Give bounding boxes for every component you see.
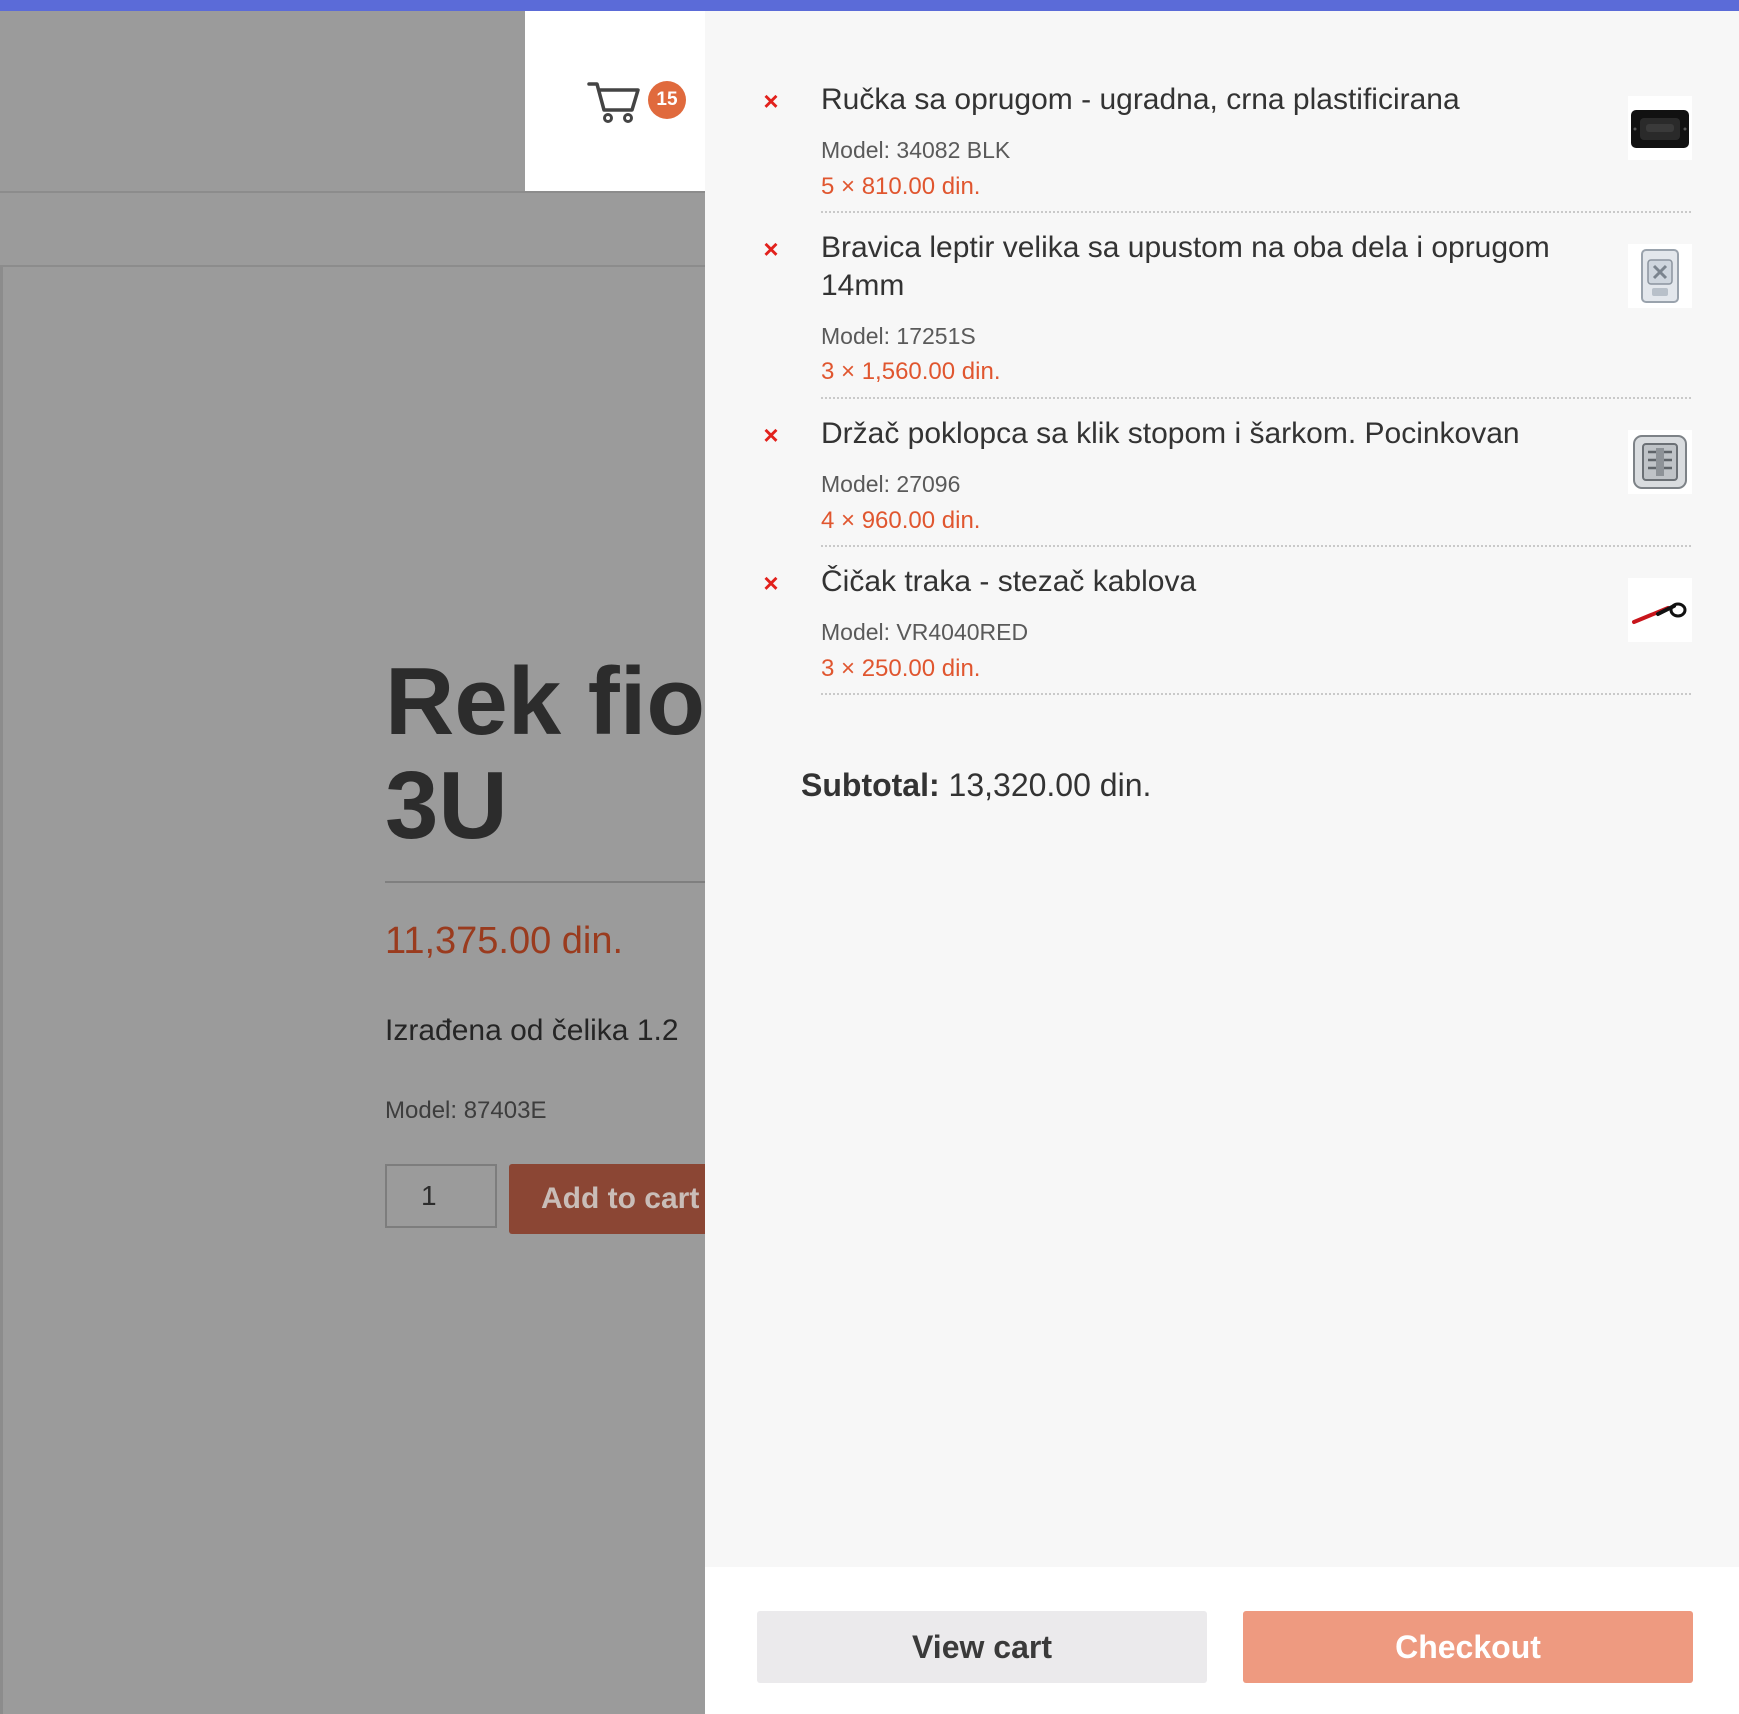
- cart-item-name[interactable]: Držač poklopca sa klik stopom i šarkom. …: [821, 415, 1611, 453]
- quantity-input[interactable]: [385, 1164, 497, 1228]
- subtotal-label: Subtotal:: [801, 767, 940, 803]
- shopping-cart-icon: [587, 82, 640, 123]
- subtotal-value: 13,320.00 din.: [948, 767, 1152, 803]
- remove-item-icon[interactable]: ×: [759, 422, 783, 448]
- top-accent-bar: [0, 0, 1739, 11]
- title-divider: [385, 881, 715, 883]
- cart-item-model: Model: 34082 BLK: [821, 137, 1011, 163]
- view-cart-button[interactable]: View cart: [757, 1611, 1207, 1683]
- black-recessed-handle-icon[interactable]: [1628, 96, 1692, 160]
- mini-cart-subtotal: Subtotal: 13,320.00 din.: [801, 767, 1151, 804]
- cart-item-price: 3 × 250.00 din.: [821, 655, 981, 682]
- product-description: Izrađena od čelika 1.2: [385, 1014, 679, 1047]
- content-border: [0, 267, 3, 1714]
- header-cart-button[interactable]: 15: [525, 11, 705, 191]
- butterfly-latch-icon[interactable]: [1628, 244, 1692, 308]
- cart-item-name[interactable]: Čičak traka - stezač kablova: [821, 563, 1611, 601]
- product-model: Model: 87403E: [385, 1097, 547, 1124]
- item-divider: [821, 211, 1691, 213]
- cart-count-badge: 15: [648, 81, 686, 119]
- velcro-cable-tie-icon[interactable]: [1628, 578, 1692, 642]
- lid-stay-hinge-icon[interactable]: [1628, 430, 1692, 494]
- product-price: 11,375.00 din.: [385, 920, 624, 962]
- checkout-button[interactable]: Checkout: [1243, 1611, 1693, 1683]
- site-header: 15: [0, 11, 705, 193]
- item-divider: [821, 693, 1691, 695]
- cart-item-price: 5 × 810.00 din.: [821, 173, 981, 200]
- mini-cart-drawer: × Ručka sa oprugom - ugradna, crna plast…: [705, 11, 1739, 1714]
- remove-item-icon[interactable]: ×: [759, 88, 783, 114]
- mini-cart-buttons: View cart Checkout: [705, 1567, 1739, 1714]
- cart-item-name[interactable]: Ručka sa oprugom - ugradna, crna plastif…: [821, 81, 1611, 119]
- sub-navigation-bar: [0, 193, 705, 267]
- item-divider: [821, 397, 1691, 399]
- remove-item-icon[interactable]: ×: [759, 570, 783, 596]
- item-divider: [821, 545, 1691, 547]
- cart-item-price: 3 × 1,560.00 din.: [821, 358, 1001, 385]
- remove-item-icon[interactable]: ×: [759, 236, 783, 262]
- cart-item-model: Model: 27096: [821, 471, 961, 497]
- cart-item-model: Model: 17251S: [821, 323, 976, 349]
- cart-item-model: Model: VR4040RED: [821, 619, 1029, 645]
- cart-item-price: 4 × 960.00 din.: [821, 507, 981, 534]
- cart-item-name[interactable]: Bravica leptir velika sa upustom na oba …: [821, 229, 1611, 305]
